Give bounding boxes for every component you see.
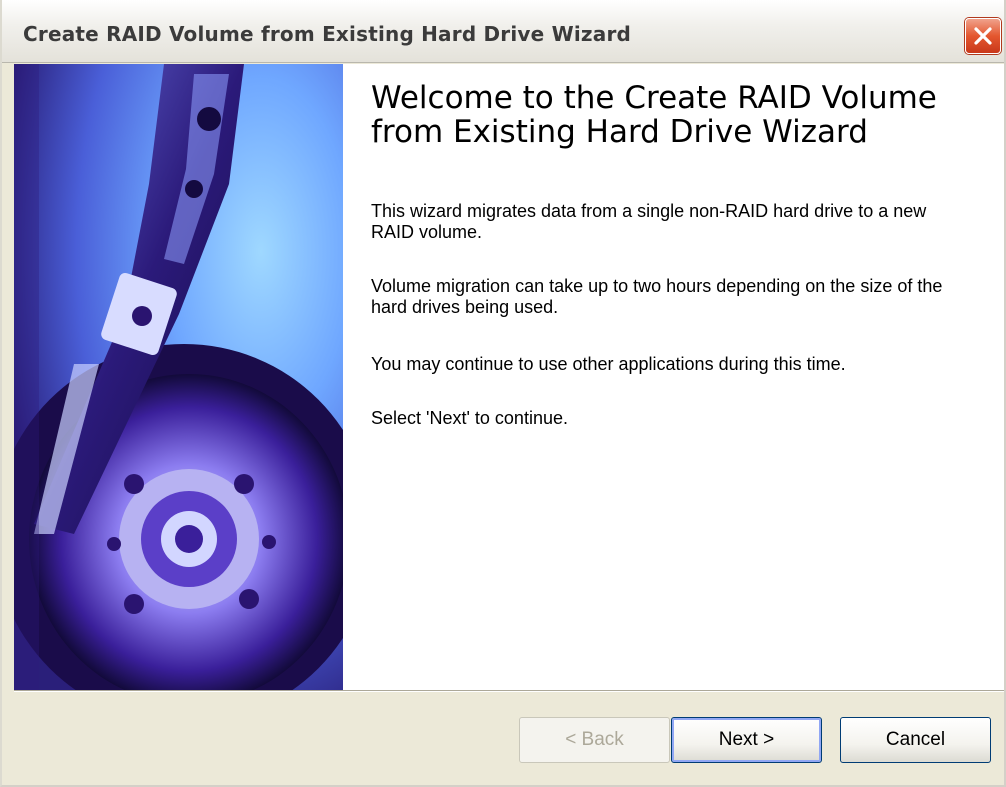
select-next-paragraph: Select 'Next' to continue. xyxy=(371,408,568,428)
button-bar: < Back Next > Cancel xyxy=(14,692,1004,785)
wizard-window: Create RAID Volume from Existing Hard Dr… xyxy=(0,0,1006,787)
close-icon xyxy=(974,27,992,45)
welcome-heading: Welcome to the Create RAID Volume from E… xyxy=(371,80,937,150)
intro-paragraph: This wizard migrates data from a single … xyxy=(371,201,927,242)
title-bar[interactable]: Create RAID Volume from Existing Hard Dr… xyxy=(2,0,1004,63)
next-button[interactable]: Next > xyxy=(671,717,822,763)
continue-use-paragraph: You may continue to use other applicatio… xyxy=(371,354,846,374)
close-button[interactable] xyxy=(965,18,1001,54)
welcome-content: Welcome to the Create RAID Volume from E… xyxy=(343,64,1004,690)
migration-time-paragraph: Volume migration can take up to two hour… xyxy=(371,276,943,317)
hard-drive-illustration xyxy=(14,64,343,690)
window-title: Create RAID Volume from Existing Hard Dr… xyxy=(23,22,632,46)
back-button[interactable]: < Back xyxy=(519,717,670,763)
cancel-button[interactable]: Cancel xyxy=(840,717,991,763)
